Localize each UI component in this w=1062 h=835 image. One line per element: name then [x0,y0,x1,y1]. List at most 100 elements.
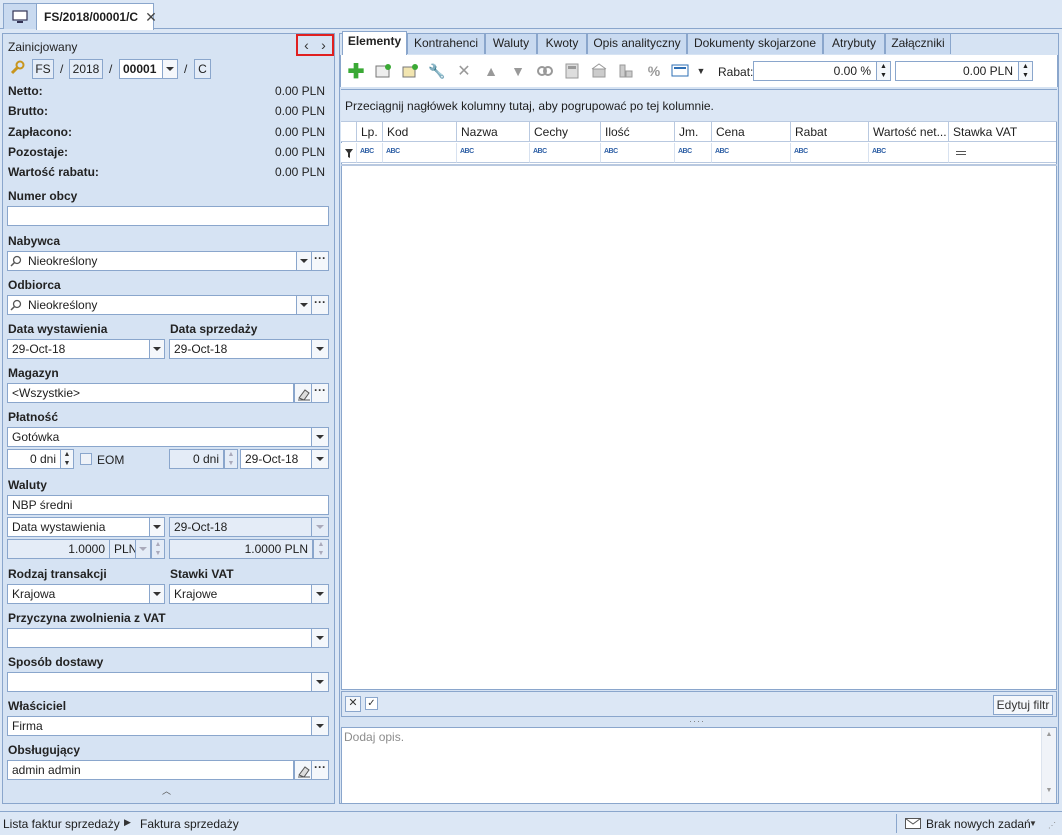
column-header-jm[interactable]: Jm. [675,122,712,142]
eraser-icon[interactable] [294,383,312,403]
filter-cell-lp[interactable]: ABC [357,143,383,163]
nabywca-input[interactable]: Nieokreślony [7,251,297,271]
magazyn-input[interactable]: <Wszystkie> [7,383,294,403]
home-tab[interactable] [3,3,37,29]
splitter-handle[interactable]: ···· [689,716,705,726]
discount-icon[interactable]: % [645,62,663,80]
filter-cell-ilosc[interactable]: ABC [601,143,675,163]
nabywca-dropdown[interactable] [296,251,312,271]
dni-input[interactable]: 0 dni [7,449,61,469]
tab-atrybuty[interactable]: Atrybuty [823,33,885,54]
dni-spinner[interactable]: ▲ ▼ [60,449,74,469]
add-icon[interactable]: ✚ [347,61,365,83]
filter-cell-cechy[interactable]: ABC [530,143,601,163]
column-header-stawka-vat[interactable]: Stawka VAT [949,122,1056,142]
view-options-icon[interactable] [671,63,689,79]
column-header-wartosc-netto[interactable]: Wartość net... [869,122,949,142]
odbiorca-dropdown[interactable] [296,295,312,315]
document-number-dropdown[interactable] [162,59,178,79]
column-header-nazwa[interactable]: Nazwa [457,122,530,142]
data-wystawienia-input[interactable]: 29-Oct-18 [7,339,150,359]
group-by-area[interactable]: Przeciągnij nagłówek kolumny tutaj, aby … [341,90,1057,122]
close-icon[interactable]: ✕ [145,9,157,26]
data-sprzedazy-input[interactable]: 29-Oct-18 [169,339,312,359]
tab-kontrahenci[interactable]: Kontrahenci [407,33,485,54]
column-header-lp[interactable]: Lp. [357,122,383,142]
tab-dokumenty-skojarzone[interactable]: Dokumenty skojarzone [687,33,823,54]
rodzaj-transakcji-input[interactable]: Krajowa [7,584,150,604]
platnosc-dropdown[interactable] [311,427,329,447]
data-sprzedazy-dropdown[interactable] [311,339,329,359]
magazyn-more-button[interactable]: ··· [311,383,329,403]
kurs-typ-input[interactable]: NBP średni [7,495,329,515]
platnosc-input[interactable]: Gotówka [7,427,312,447]
sposob-dostawy-input[interactable] [7,672,312,692]
wrench-icon[interactable] [9,60,25,76]
data-wystawienia-dropdown[interactable] [149,339,165,359]
breadcrumb-faktura[interactable]: Faktura sprzedaży [140,817,239,831]
tab-opis-analityczny[interactable]: Opis analityczny [587,33,687,54]
add-from-list-icon[interactable] [374,63,392,79]
rabat-amount-spinner[interactable]: ▲ ▼ [1018,61,1033,81]
filter-cell-jm[interactable]: ABC [675,143,712,163]
batch-icon[interactable] [617,63,635,79]
breadcrumb-lista-faktur[interactable]: Lista faktur sprzedaży [3,817,120,831]
rabat-percent-spinner[interactable]: ▲ ▼ [876,61,891,81]
odbiorca-more-button[interactable]: ··· [311,295,329,315]
przyczyna-zwolnienia-dropdown[interactable] [311,628,329,648]
tab-zalaczniki[interactable]: Załączniki [885,33,951,54]
tasks-status[interactable]: Brak nowych zadań [926,817,1031,831]
numer-obcy-input[interactable] [7,206,329,226]
document-tab[interactable]: FS/2018/00001/C ✕ [36,3,157,30]
tab-waluty[interactable]: Waluty [485,33,537,54]
column-header-kod[interactable]: Kod [383,122,457,142]
rabat-percent-input[interactable]: 0.00 % [753,61,877,81]
obslugujacy-input[interactable]: admin admin [7,760,294,780]
move-down-icon[interactable]: ▼ [509,62,527,80]
termin-input[interactable]: 29-Oct-18 [240,449,312,469]
column-header-ilosc[interactable]: Ilość [601,122,675,142]
description-input[interactable]: Dodaj opis. ▲ ▼ [341,727,1057,804]
rodzaj-transakcji-dropdown[interactable] [149,584,165,604]
kurs-data-typ-input[interactable]: Data wystawienia [7,517,150,537]
filter-cell-cena[interactable]: ABC [712,143,791,163]
add-multiple-icon[interactable] [401,63,419,79]
filter-enabled-checkbox[interactable]: ✓ [365,697,378,710]
link-icon[interactable] [536,63,554,79]
edit-wrench-icon[interactable]: 🔧 [428,62,446,80]
filter-cell-kod[interactable]: ABC [383,143,457,163]
delete-icon[interactable]: ✕ [455,62,473,80]
column-header-cena[interactable]: Cena [712,122,791,142]
tab-kwoty[interactable]: Kwoty [537,33,587,54]
description-scrollbar[interactable]: ▲ ▼ [1041,728,1056,803]
calculator-icon[interactable] [563,63,581,79]
filter-cell-nazwa[interactable]: ABC [457,143,530,163]
resize-grip-icon[interactable]: ⋰ [1048,821,1056,830]
eraser-icon[interactable] [294,760,312,780]
column-header-rabat[interactable]: Rabat [791,122,869,142]
stawki-vat-input[interactable]: Krajowe [169,584,312,604]
previous-record-button[interactable]: ‹ [304,37,309,53]
filter-cell-wartosc-netto[interactable]: ABC [869,143,949,163]
filter-cell-stawka-vat[interactable] [949,143,1056,163]
wlasciciel-input[interactable]: Firma [7,716,312,736]
odbiorca-input[interactable]: Nieokreślony [7,295,297,315]
view-options-dropdown-icon[interactable]: ▼ [692,62,710,80]
move-up-icon[interactable]: ▲ [482,62,500,80]
next-record-button[interactable]: › [321,37,326,53]
tasks-dropdown-icon[interactable]: ▼ [1029,819,1037,828]
termin-dropdown[interactable] [311,449,329,469]
rabat-amount-input[interactable]: 0.00 PLN [895,61,1019,81]
edit-filter-button[interactable]: Edytuj filtr [993,695,1053,715]
wlasciciel-dropdown[interactable] [311,716,329,736]
filter-cell-rabat[interactable]: ABC [791,143,869,163]
stawki-vat-dropdown[interactable] [311,584,329,604]
eom-checkbox[interactable] [80,453,92,465]
clear-filter-icon[interactable]: ✕ [345,696,361,712]
sposob-dostawy-dropdown[interactable] [311,672,329,692]
nabywca-more-button[interactable]: ··· [311,251,329,271]
obslugujacy-more-button[interactable]: ··· [311,760,329,780]
przyczyna-zwolnienia-input[interactable] [7,628,312,648]
tab-elementy[interactable]: Elementy [342,31,407,55]
warehouse-icon[interactable] [590,63,608,79]
